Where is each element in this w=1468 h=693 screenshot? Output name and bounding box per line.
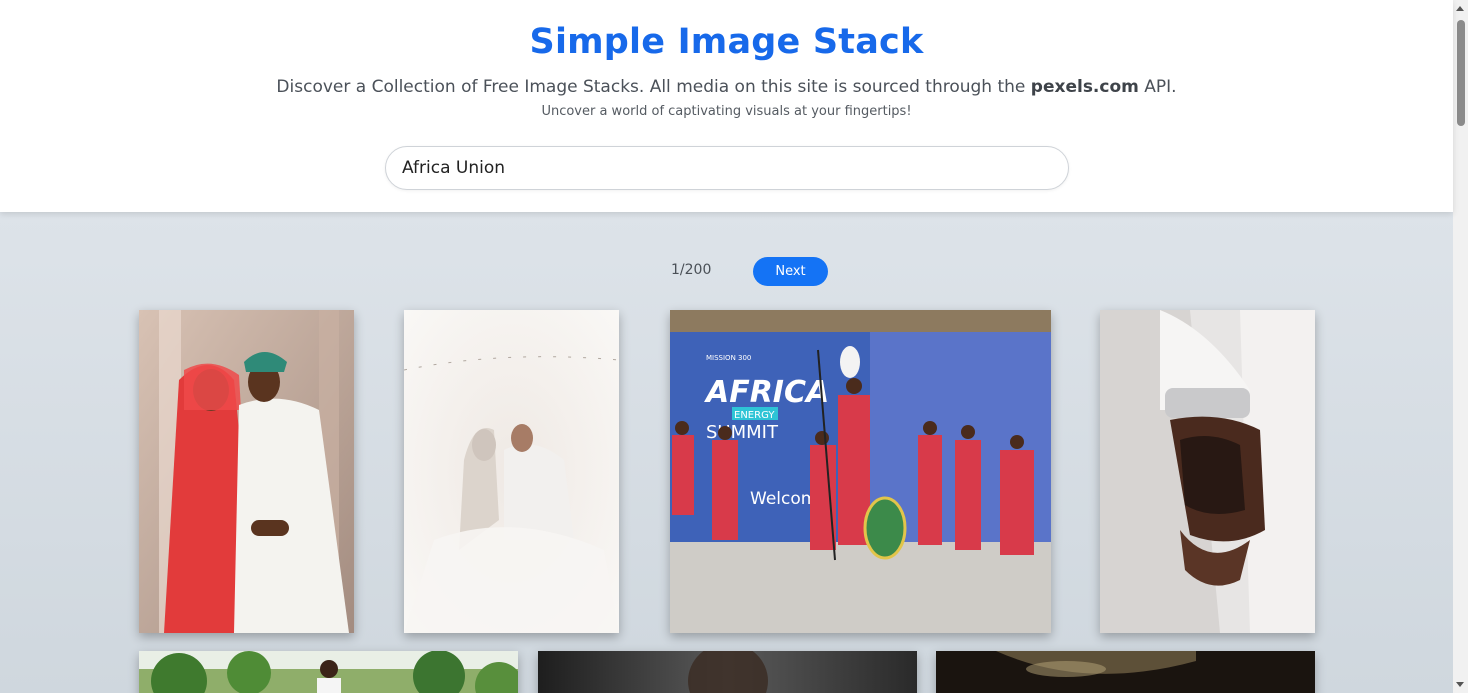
search-input[interactable] bbox=[385, 146, 1069, 190]
gallery-area: 1/200 Next MISSION 300 AFRICA ENERGY SUM… bbox=[0, 212, 1453, 693]
photo-henna-hands-bracelet[interactable] bbox=[1100, 310, 1315, 633]
site-header: Simple Image Stack Discover a Collection… bbox=[0, 0, 1453, 212]
tagline-text: Discover a Collection of Free Image Stac… bbox=[276, 77, 1031, 97]
photo-dark-detail[interactable] bbox=[936, 651, 1315, 693]
banner-mission-text: MISSION 300 bbox=[706, 354, 751, 362]
photo-dark-portrait[interactable] bbox=[538, 651, 917, 693]
site-title: Simple Image Stack bbox=[529, 22, 924, 62]
scroll-thumb[interactable] bbox=[1457, 20, 1465, 126]
site-tagline: Discover a Collection of Free Image Stac… bbox=[0, 77, 1453, 97]
photo-man-in-garden[interactable] bbox=[139, 651, 518, 693]
banner-energy-text: ENERGY bbox=[734, 410, 775, 421]
banner-summit-text: SUMMIT bbox=[706, 422, 779, 443]
banner-africa-text: AFRICA bbox=[704, 375, 829, 410]
scroll-up-arrow-icon[interactable] bbox=[1456, 6, 1464, 11]
photo-bride-groom-soft-focus[interactable] bbox=[404, 310, 619, 633]
photo-couple-traditional-wedding[interactable] bbox=[139, 310, 354, 633]
photo-africa-energy-summit-dancers[interactable]: MISSION 300 AFRICA ENERGY SUMMIT Welcome bbox=[670, 310, 1051, 633]
tagline-brand-link: pexels.com bbox=[1030, 77, 1139, 97]
next-button[interactable]: Next bbox=[753, 257, 828, 286]
scroll-down-arrow-icon[interactable] bbox=[1456, 682, 1464, 687]
site-subtitle: Uncover a world of captivating visuals a… bbox=[541, 104, 912, 119]
tagline-suffix: API. bbox=[1138, 77, 1177, 97]
page-indicator: 1/200 bbox=[671, 262, 712, 278]
page-scrollbar[interactable] bbox=[1453, 0, 1468, 693]
